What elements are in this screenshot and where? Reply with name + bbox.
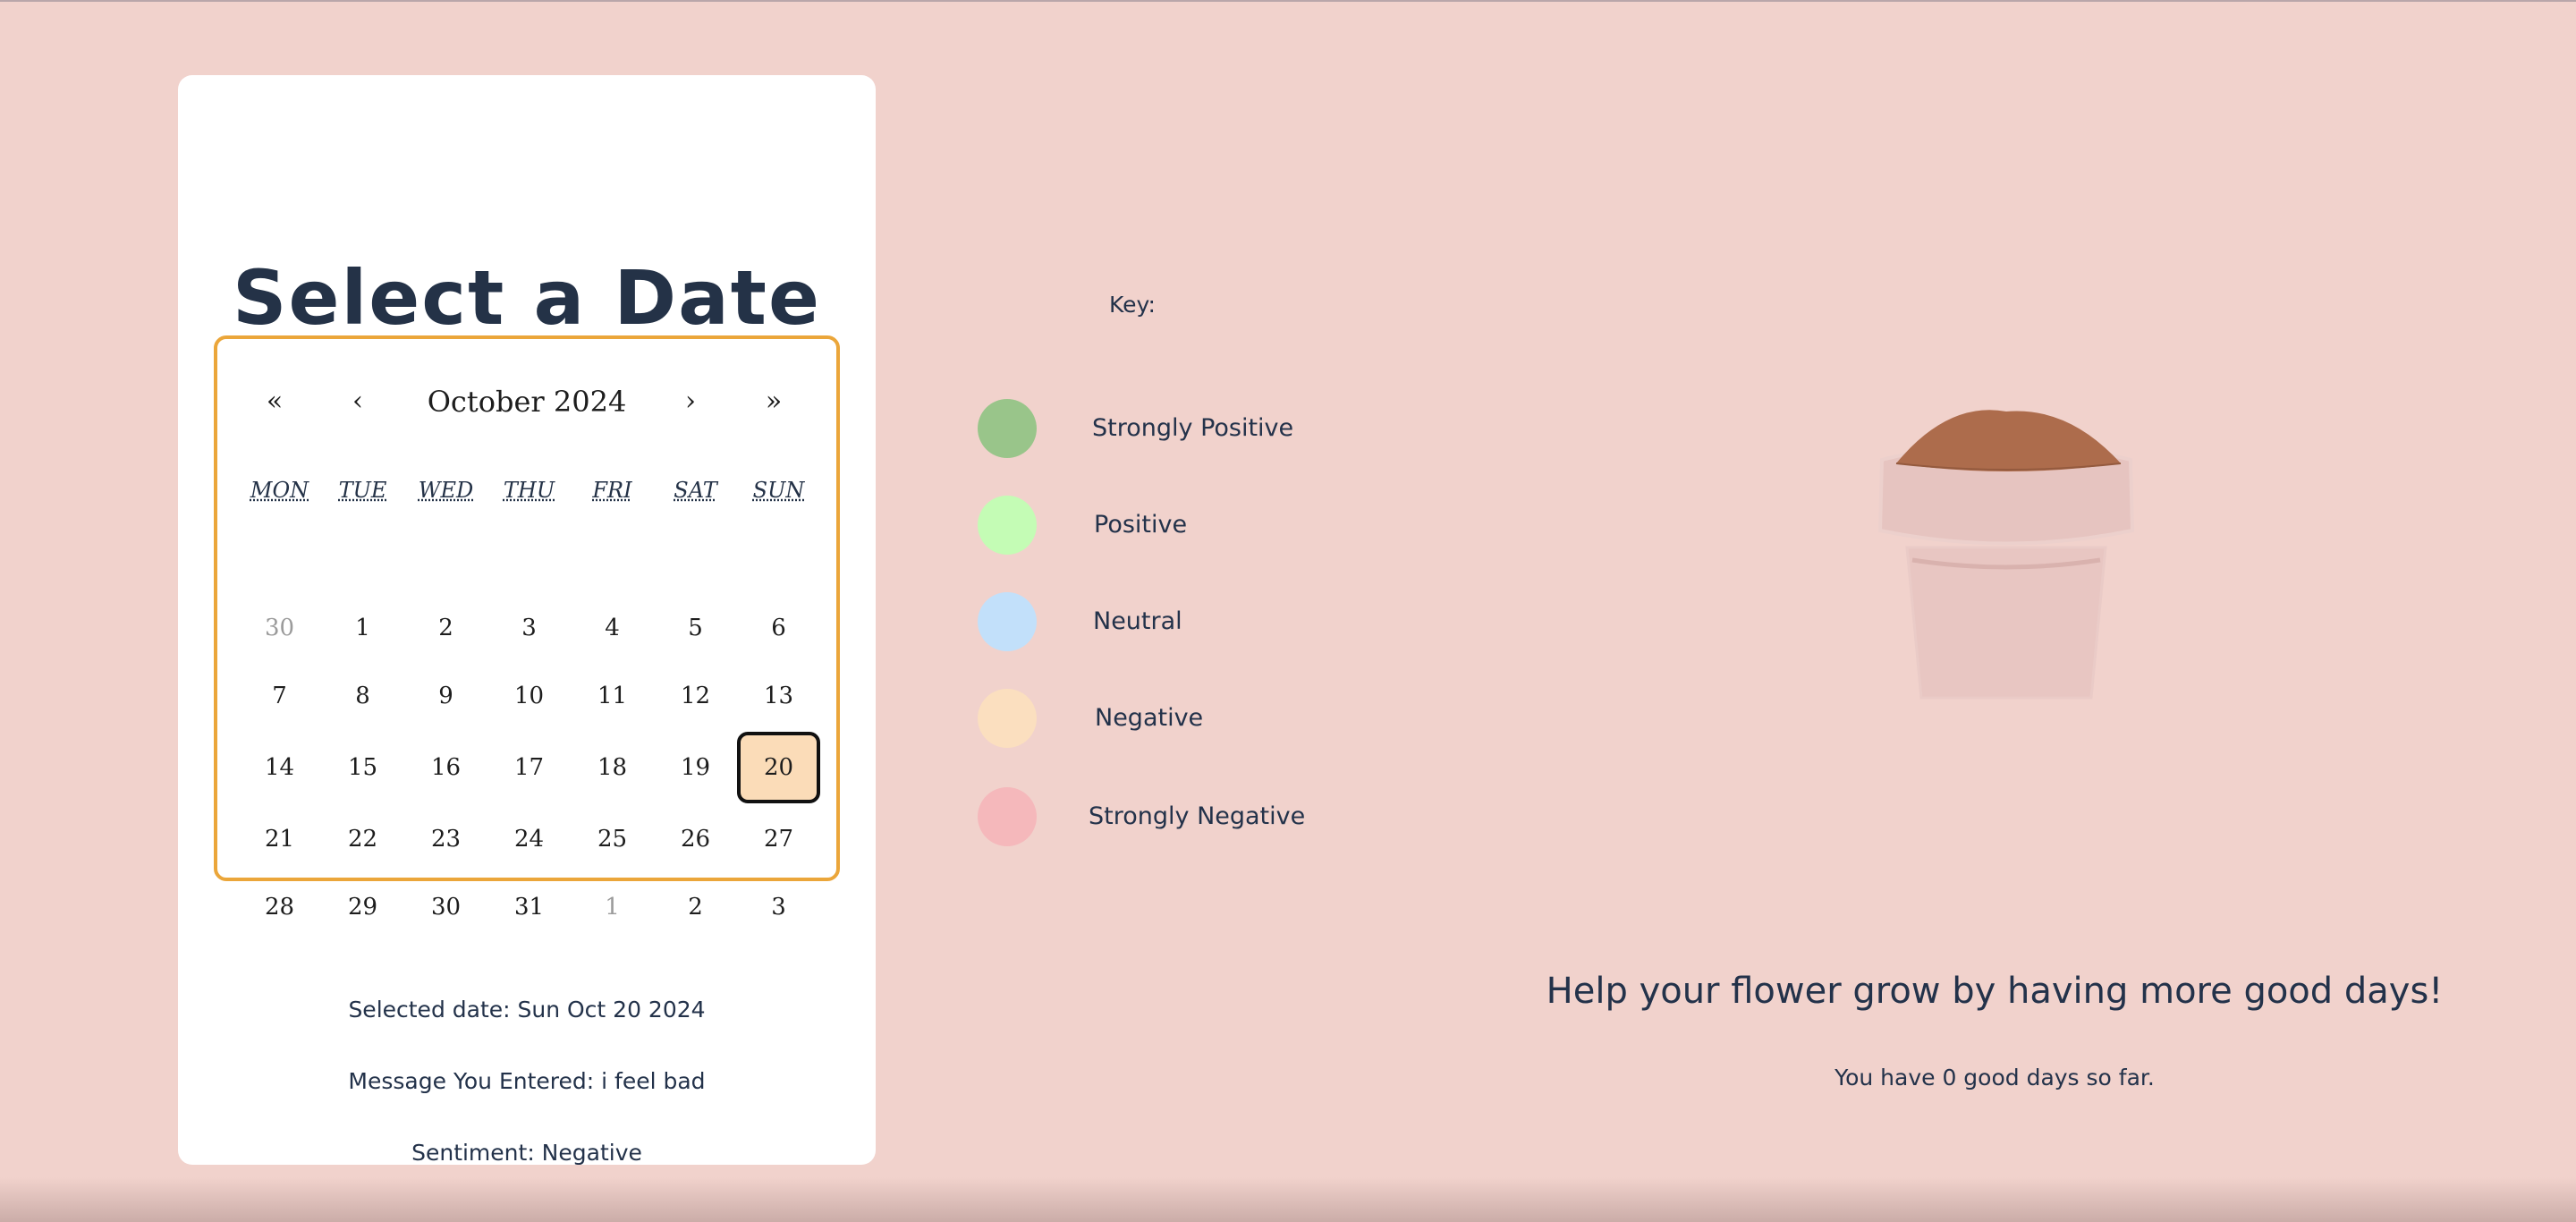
- calendar-day[interactable]: 16: [404, 732, 487, 803]
- calendar-day[interactable]: 24: [487, 803, 571, 875]
- calendar-day[interactable]: 18: [571, 732, 654, 803]
- weekday-sat: SAT: [674, 478, 717, 503]
- legend-label-neutral: Neutral: [1093, 607, 1182, 635]
- legend-label-strongly-positive: Strongly Positive: [1092, 414, 1294, 442]
- calendar-day[interactable]: 31: [487, 871, 571, 943]
- next-month-button[interactable]: ›: [664, 384, 717, 420]
- calendar-day[interactable]: 1: [321, 592, 404, 664]
- legend-dot-positive: [978, 496, 1037, 555]
- calendar-day[interactable]: 14: [238, 732, 321, 803]
- legend-label-strongly-negative: Strongly Negative: [1089, 802, 1306, 830]
- selected-date-text: Selected date: Sun Oct 20 2024: [348, 997, 706, 1023]
- flower-pot-icon: [1877, 410, 2135, 700]
- weekday-tue: TUE: [338, 478, 387, 503]
- flower-pot: [1877, 410, 2136, 705]
- good-days-count: You have 0 good days so far.: [1835, 1065, 2155, 1090]
- legend-dot-negative: [978, 689, 1037, 748]
- calendar-day[interactable]: 12: [654, 660, 737, 732]
- calendar-day[interactable]: 30: [404, 871, 487, 943]
- calendar-day[interactable]: 19: [654, 732, 737, 803]
- calendar-day[interactable]: 22: [321, 803, 404, 875]
- calendar-day[interactable]: 2: [404, 592, 487, 664]
- weekday-mon: MON: [250, 478, 309, 503]
- calendar-day-selected[interactable]: 20: [737, 732, 820, 803]
- calendar-day[interactable]: 10: [487, 660, 571, 732]
- calendar-day[interactable]: 4: [571, 592, 654, 664]
- legend-label-positive: Positive: [1094, 511, 1188, 539]
- calendar-day[interactable]: 2: [654, 871, 737, 943]
- calendar-day[interactable]: 9: [404, 660, 487, 732]
- calendar-day[interactable]: 5: [654, 592, 737, 664]
- legend-label-negative: Negative: [1095, 704, 1204, 732]
- calendar: « ‹ October 2024 › » MON TUE WED THU FRI…: [214, 335, 840, 921]
- next-year-button[interactable]: »: [747, 384, 801, 420]
- date-picker-card: Select a Date « ‹ October 2024 › » MON T…: [178, 75, 876, 1166]
- calendar-day[interactable]: 11: [571, 660, 654, 732]
- calendar-day[interactable]: 30: [238, 592, 321, 664]
- calendar-day[interactable]: 7: [238, 660, 321, 732]
- sentiment-text: Sentiment: Negative: [411, 1140, 642, 1166]
- calendar-day[interactable]: 13: [737, 660, 820, 732]
- legend-dot-strongly-positive: [978, 399, 1037, 458]
- page-title: Select a Date: [233, 254, 821, 342]
- calendar-day[interactable]: 15: [321, 732, 404, 803]
- calendar-day[interactable]: 23: [404, 803, 487, 875]
- prev-month-button[interactable]: ‹: [331, 384, 385, 420]
- legend-dot-strongly-negative: [978, 787, 1037, 846]
- month-year-label[interactable]: October 2024: [387, 380, 666, 423]
- calendar-day[interactable]: 28: [238, 871, 321, 943]
- calendar-day[interactable]: 3: [737, 871, 820, 943]
- calendar-day[interactable]: 1: [571, 871, 654, 943]
- weekday-fri: FRI: [592, 478, 632, 503]
- calendar-day[interactable]: 8: [321, 660, 404, 732]
- calendar-day[interactable]: 21: [238, 803, 321, 875]
- weekday-sun: SUN: [752, 478, 805, 503]
- flower-headline: Help your flower grow by having more goo…: [1546, 971, 2444, 1012]
- window-top-border: [0, 0, 2576, 2]
- calendar-day[interactable]: 26: [654, 803, 737, 875]
- calendar-day[interactable]: 3: [487, 592, 571, 664]
- message-text: Message You Entered: i feel bad: [348, 1068, 706, 1094]
- weekday-thu: THU: [503, 478, 555, 503]
- legend-dot-neutral: [978, 592, 1037, 651]
- prev-year-button[interactable]: «: [248, 384, 301, 420]
- calendar-day[interactable]: 17: [487, 732, 571, 803]
- bottom-shadow: [0, 1177, 2576, 1222]
- legend-title: Key:: [1109, 292, 1156, 318]
- calendar-day[interactable]: 6: [737, 592, 820, 664]
- calendar-day[interactable]: 25: [571, 803, 654, 875]
- calendar-day[interactable]: 29: [321, 871, 404, 943]
- weekday-wed: WED: [418, 478, 474, 503]
- calendar-day[interactable]: 27: [737, 803, 820, 875]
